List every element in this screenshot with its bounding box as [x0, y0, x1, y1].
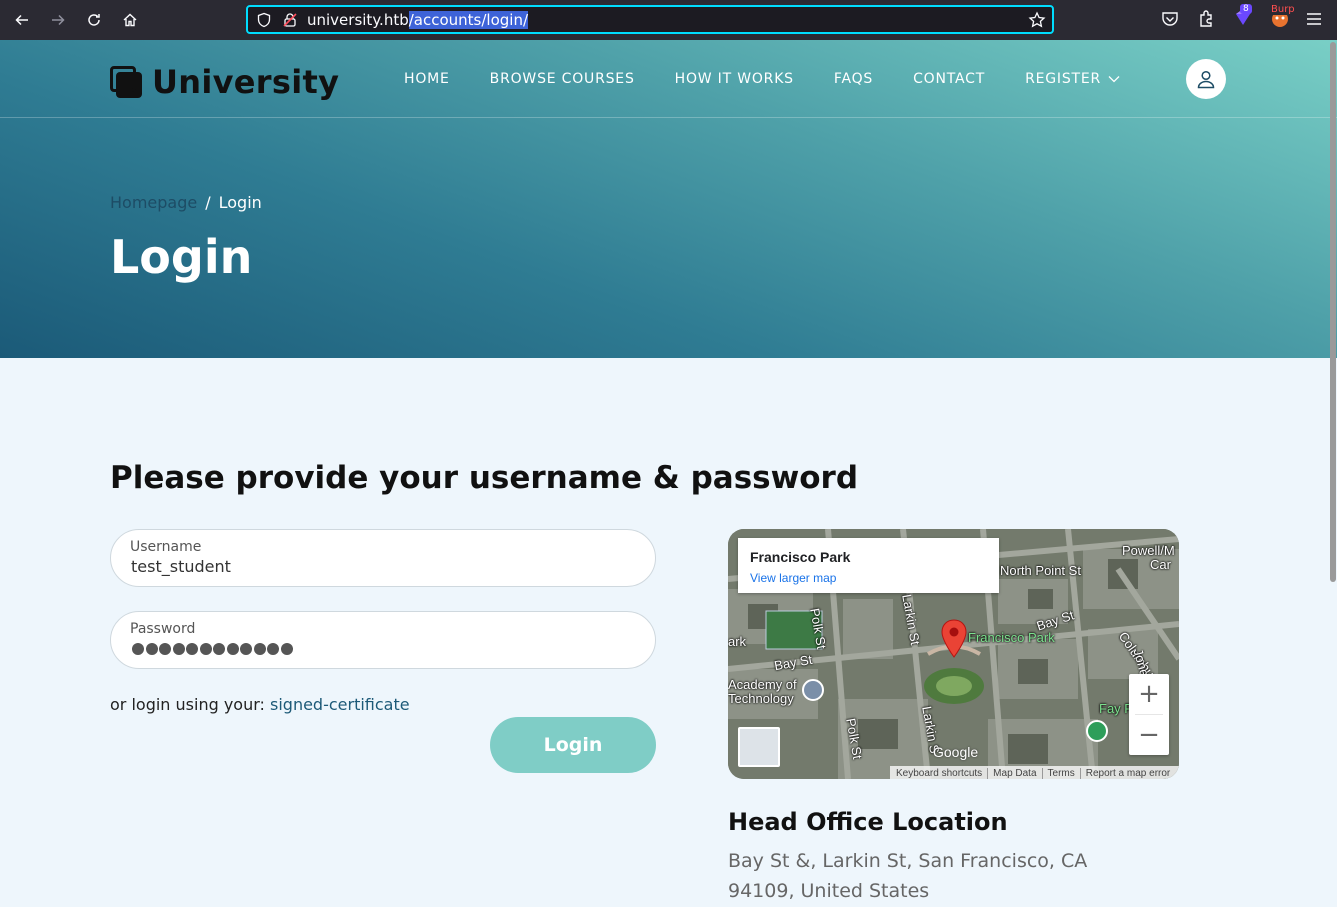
map-type-toggle[interactable] — [738, 727, 780, 767]
form-heading: Please provide your username & password — [110, 460, 859, 496]
map-label-francisco-park: Francisco Park — [968, 630, 1055, 645]
nav-register-label: REGISTER — [1025, 71, 1102, 87]
alt-login: or login using your: signed-certificate — [110, 695, 410, 714]
map-label-north-point: North Point St — [1000, 563, 1081, 578]
password-dot — [199, 643, 212, 655]
logo-text: University — [152, 63, 340, 101]
pocket-icon[interactable] — [1160, 9, 1180, 29]
keyboard-shortcuts-link[interactable]: Keyboard shortcuts — [896, 768, 987, 779]
url-host: university.htb — [307, 11, 409, 29]
page-title: Login — [110, 230, 253, 284]
nav-home[interactable]: HOME — [404, 71, 450, 87]
hero-banner: University HOME BROWSE COURSES HOW IT WO… — [0, 40, 1337, 358]
park-poi-icon[interactable] — [1086, 720, 1108, 742]
url-path: /accounts/login/ — [408, 11, 529, 29]
signed-certificate-link[interactable]: signed-certificate — [270, 695, 410, 714]
url-bar[interactable]: university.htb/accounts/login/ — [246, 5, 1054, 34]
password-label: Password — [130, 621, 196, 637]
password-dot — [145, 643, 158, 655]
password-dot — [159, 643, 171, 655]
burp-label: Burp — [1271, 4, 1295, 15]
username-input[interactable] — [131, 557, 631, 576]
map-zoom-control: + − — [1129, 674, 1169, 755]
username-field[interactable]: Username — [110, 529, 656, 587]
office-heading: Head Office Location — [728, 808, 1008, 836]
user-icon — [1197, 70, 1215, 89]
map-pin-icon[interactable] — [940, 619, 968, 659]
bookmark-star-icon[interactable] — [1028, 11, 1046, 29]
extensions-icon[interactable] — [1196, 9, 1216, 29]
chevron-down-icon — [1108, 76, 1120, 83]
password-field[interactable]: Password — [110, 611, 656, 669]
zoom-out-button[interactable]: − — [1129, 715, 1169, 755]
user-account-button[interactable] — [1186, 59, 1226, 99]
breadcrumb-home-link[interactable]: Homepage — [110, 193, 197, 212]
arrow-left-icon — [15, 14, 28, 26]
report-map-error-link[interactable]: Report a map error — [1079, 767, 1175, 779]
url-text[interactable]: university.htb/accounts/login/ — [307, 11, 529, 29]
nav-faqs[interactable]: FAQS — [834, 71, 873, 87]
map-label-academy: Academy of — [728, 677, 797, 692]
login-button[interactable]: Login — [490, 717, 656, 773]
nav-how-it-works[interactable]: HOW IT WORKS — [675, 71, 794, 87]
alt-login-text: or login using your: — [110, 695, 265, 714]
office-address: Bay St &, Larkin St, San Francisco, CA 9… — [728, 850, 1088, 902]
back-button[interactable] — [10, 8, 34, 32]
map-label-technology: Technology — [728, 691, 794, 706]
password-dot — [186, 643, 198, 655]
breadcrumb-current: Login — [218, 193, 262, 212]
home-button[interactable] — [118, 8, 142, 32]
map-place-card: Francisco Park View larger map — [738, 538, 999, 593]
home-icon — [123, 13, 137, 27]
nav-contact[interactable]: CONTACT — [913, 71, 985, 87]
breadcrumb: Homepage / Login — [110, 193, 262, 212]
map-place-name: Francisco Park — [750, 549, 851, 565]
reload-icon — [88, 14, 100, 26]
password-dot — [280, 643, 293, 655]
site-logo[interactable]: University — [110, 63, 339, 101]
password-dot — [253, 643, 266, 655]
main-nav: HOME BROWSE COURSES HOW IT WORKS FAQS CO… — [404, 71, 1161, 87]
view-larger-map-link[interactable]: View larger map — [750, 571, 836, 585]
password-dot — [226, 643, 239, 655]
forward-button[interactable] — [46, 8, 70, 32]
password-dot — [240, 643, 252, 655]
extension-badge: 8 — [1240, 4, 1252, 14]
map-footer: Keyboard shortcuts Map Data Terms Report… — [890, 766, 1179, 779]
username-label: Username — [130, 539, 202, 555]
map-label-ark: ark — [728, 634, 747, 649]
page-scrollbar[interactable] — [1330, 42, 1336, 582]
password-input[interactable] — [132, 643, 294, 655]
breadcrumb-separator: / — [205, 193, 211, 212]
logo-squares-icon — [110, 66, 142, 98]
shield-icon[interactable] — [256, 12, 272, 28]
lock-insecure-icon[interactable] — [282, 12, 298, 28]
menu-icon[interactable] — [1304, 9, 1324, 29]
browser-toolbar: university.htb/accounts/login/ 8 Burp — [0, 0, 1337, 40]
map-label-powell: Powell/M — [1122, 543, 1175, 558]
zoom-in-button[interactable]: + — [1129, 674, 1169, 714]
google-map[interactable]: North Point St Powell/M Car Columbus Bay… — [728, 529, 1179, 779]
google-logo: Google — [933, 744, 979, 760]
nav-register[interactable]: REGISTER — [1025, 71, 1121, 87]
password-dot — [267, 643, 279, 655]
password-dot — [132, 643, 144, 655]
arrow-right-icon — [52, 14, 65, 26]
password-dot — [213, 643, 225, 655]
terms-link[interactable]: Terms — [1041, 767, 1080, 779]
map-label-car: Car — [1150, 557, 1171, 572]
password-dot — [172, 643, 185, 655]
school-poi-icon[interactable] — [802, 679, 824, 701]
nav-browse-courses[interactable]: BROWSE COURSES — [490, 71, 635, 87]
reload-button[interactable] — [82, 8, 106, 32]
map-data-link[interactable]: Map Data — [987, 767, 1041, 779]
